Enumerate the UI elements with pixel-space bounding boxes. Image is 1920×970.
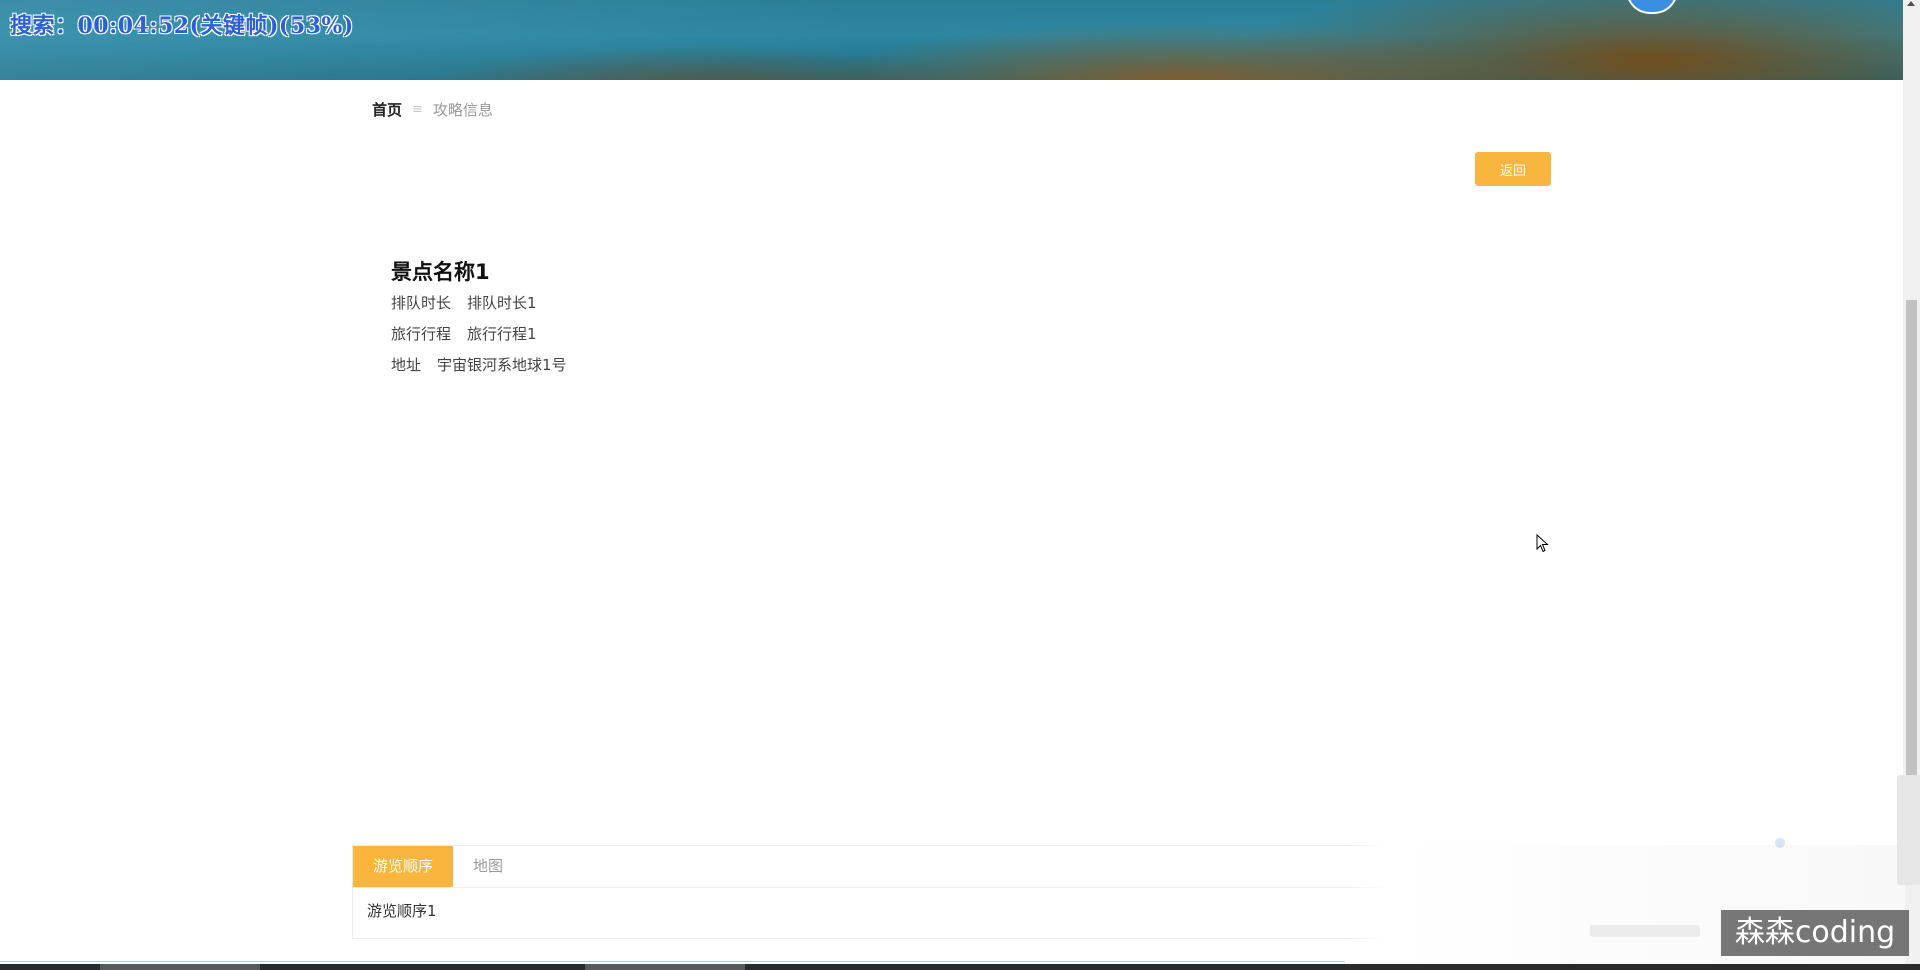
tab-tour-order[interactable]: 游览顺序 bbox=[353, 846, 454, 887]
taskbar-item[interactable] bbox=[585, 964, 745, 970]
detail-value: 排队时长1 bbox=[467, 294, 537, 312]
attraction-detail: 景点名称1 排队时长 排队时长1 旅行行程 旅行行程1 地址 宇宙银河系地球1号 bbox=[391, 256, 567, 386]
detail-value: 宇宙银河系地球1号 bbox=[437, 356, 567, 374]
detail-row-address: 地址 宇宙银河系地球1号 bbox=[391, 355, 567, 386]
footer-divider bbox=[0, 961, 1345, 962]
scrollbar-thumb[interactable] bbox=[1906, 300, 1917, 776]
detail-label: 地址 bbox=[391, 356, 422, 374]
detail-label: 排队时长 bbox=[391, 294, 452, 312]
scroll-up-arrow-icon[interactable] bbox=[1907, 1, 1915, 6]
detail-label: 旅行行程 bbox=[391, 325, 452, 343]
overlay-dot bbox=[1775, 838, 1785, 848]
attraction-title: 景点名称1 bbox=[391, 260, 490, 284]
taskbar-item[interactable] bbox=[100, 964, 260, 970]
side-toolbar-handle[interactable] bbox=[1897, 775, 1920, 885]
taskbar bbox=[0, 964, 1920, 970]
video-overlay-text: 搜索：00:04:52(关键帧)(53%) bbox=[10, 13, 354, 39]
breadcrumb-separator-icon: ≡ bbox=[412, 102, 423, 117]
detail-row-itinerary: 旅行行程 旅行行程1 bbox=[391, 324, 567, 355]
overlay-blur-text bbox=[1590, 925, 1700, 937]
detail-row-queue-time: 排队时长 排队时长1 bbox=[391, 293, 567, 324]
breadcrumb-home-link[interactable]: 首页 bbox=[372, 99, 402, 120]
watermark: 森森coding bbox=[1721, 910, 1909, 956]
tab-map[interactable]: 地图 bbox=[453, 846, 523, 887]
breadcrumb: 首页 ≡ 攻略信息 bbox=[372, 99, 493, 120]
detail-value: 旅行行程1 bbox=[467, 325, 537, 343]
back-button[interactable]: 返回 bbox=[1475, 152, 1551, 186]
mouse-cursor-icon bbox=[1536, 534, 1549, 553]
breadcrumb-current: 攻略信息 bbox=[432, 101, 493, 119]
